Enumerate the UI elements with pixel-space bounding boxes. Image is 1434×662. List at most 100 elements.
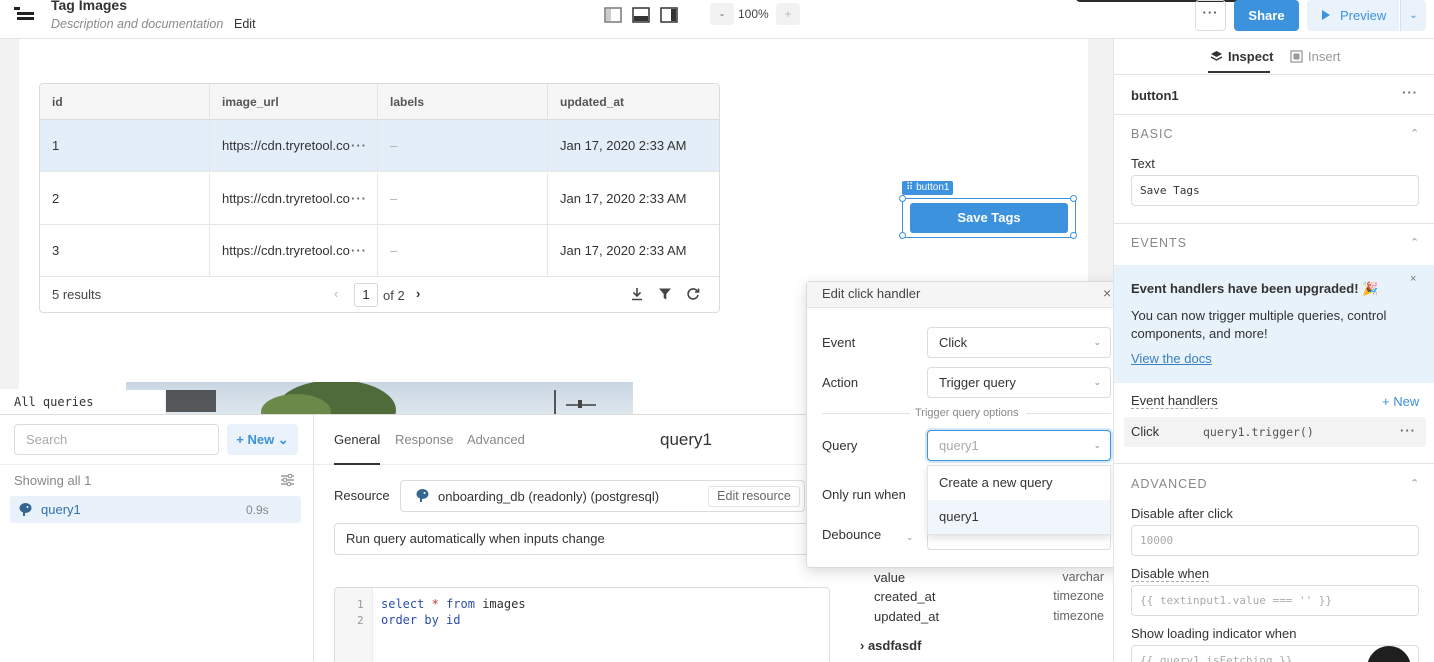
tab-inspect[interactable]: Inspect (1228, 49, 1274, 64)
schema-field[interactable]: value varchar (874, 570, 1104, 585)
query-title[interactable]: query1 (660, 430, 712, 450)
app-title: Tag Images (51, 0, 127, 13)
event-handler-row[interactable]: Click query1.trigger() ··· (1124, 417, 1426, 447)
cell-menu-button[interactable]: ··· (351, 120, 367, 172)
data-table[interactable]: id image_url labels updated_at 1 https:/… (39, 83, 720, 313)
component-name-tag[interactable]: ⠿ button1 (902, 181, 954, 195)
resize-handle[interactable] (899, 195, 906, 202)
column-header-image-url[interactable]: image_url (210, 84, 378, 120)
section-events-title[interactable]: EVENTS (1131, 236, 1187, 250)
field-name: updated_at (874, 609, 940, 624)
only-run-when-label: Only run when (822, 487, 906, 502)
new-event-handler-button[interactable]: + New (1382, 394, 1419, 409)
chevron-down-icon: ⌄ (1093, 337, 1101, 347)
tab-advanced[interactable]: Advanced (467, 432, 525, 447)
modal-header: Edit click handler × (807, 282, 1126, 308)
query-list-item[interactable]: query1 0.9s (10, 496, 301, 523)
query1-option[interactable]: query1 (928, 500, 1110, 534)
refresh-icon[interactable] (686, 287, 700, 301)
cell-text: https://cdn.tryretool.co (222, 243, 350, 258)
line-number: 2 (357, 614, 364, 627)
chevron-down-icon: ⌄ (1093, 440, 1101, 450)
divider (1114, 74, 1434, 75)
query-select[interactable]: query1 ⌄ (927, 430, 1111, 461)
preview-button[interactable]: Preview (1307, 0, 1399, 31)
resize-handle[interactable] (899, 232, 906, 239)
zoom-out-button[interactable]: - (710, 3, 734, 25)
active-tab-indicator (1208, 71, 1270, 73)
resize-handle[interactable] (1070, 232, 1077, 239)
view-docs-link[interactable]: View the docs (1131, 351, 1212, 366)
query-search-input[interactable]: Search (14, 424, 219, 455)
cell-id: 1 (40, 120, 210, 172)
page-number-input[interactable]: 1 (354, 283, 378, 307)
cell-menu-button[interactable]: ··· (351, 225, 367, 277)
save-tags-button[interactable]: Save Tags (910, 203, 1068, 233)
close-icon[interactable]: × (1410, 273, 1416, 285)
handler-more-button[interactable]: ··· (1400, 423, 1416, 438)
schema-field[interactable]: created_at timezone (874, 589, 1104, 604)
disable-after-click-input[interactable]: 10000 (1131, 525, 1419, 556)
resource-select[interactable]: onboarding_db (readonly) (postgresql) Ed… (400, 480, 805, 512)
chevron-down-icon[interactable]: ⌄ (906, 532, 914, 543)
column-header-labels[interactable]: labels (378, 84, 548, 120)
download-icon[interactable] (630, 287, 644, 301)
action-select[interactable]: Trigger query ⌄ (927, 367, 1111, 398)
left-panel-toggle-icon[interactable] (604, 7, 622, 23)
sql-editor[interactable]: 1 2 select * from images order by id (334, 587, 830, 662)
chevron-up-icon[interactable]: ⌃ (1410, 236, 1419, 249)
table-row[interactable]: 1 https://cdn.tryretool.co ··· – Jan 17, … (40, 120, 719, 172)
column-header-id[interactable]: id (40, 84, 210, 120)
prev-page-button[interactable]: ‹ (334, 286, 338, 301)
table-row[interactable]: 3 https://cdn.tryretool.co ··· – Jan 17, … (40, 225, 719, 277)
preview-dropdown-button[interactable]: ⌄ (1400, 0, 1426, 31)
zoom-in-button[interactable]: + (776, 3, 800, 25)
next-page-button[interactable]: › (416, 286, 420, 301)
event-select[interactable]: Click ⌄ (927, 327, 1111, 358)
edit-resource-button[interactable]: Edit resource (708, 486, 800, 507)
tab-insert[interactable]: Insert (1308, 49, 1341, 64)
tab-response[interactable]: Response (395, 432, 454, 447)
handler-event: Click (1131, 424, 1160, 439)
chevron-up-icon[interactable]: ⌃ (1410, 477, 1419, 490)
divider (0, 464, 314, 465)
query-label: Query (822, 438, 858, 453)
component-name[interactable]: button1 (1131, 88, 1179, 103)
schema-table-group[interactable]: › asdfasdf (860, 638, 1090, 653)
component-more-button[interactable]: ··· (1402, 85, 1418, 100)
cell-menu-button[interactable]: ··· (351, 173, 367, 225)
app-menu-icon[interactable] (14, 4, 36, 24)
section-advanced-title[interactable]: ADVANCED (1131, 477, 1208, 491)
more-options-button[interactable]: ··· (1195, 0, 1226, 31)
filter-icon[interactable] (658, 287, 672, 301)
cell-image-url: https://cdn.tryretool.co ··· (210, 173, 378, 225)
edit-description-link[interactable]: Edit (234, 17, 256, 31)
resize-handle[interactable] (1070, 195, 1077, 202)
schema-field[interactable]: updated_at timezone (874, 609, 1104, 624)
tab-general[interactable]: General (334, 432, 380, 447)
app-description[interactable]: Description and documentation (51, 17, 223, 31)
cell-updated-at: Jan 17, 2020 2:33 AM (560, 243, 687, 258)
inspector-panel: Inspect Insert button1 ··· BASIC ⌃ Text … (1113, 39, 1434, 662)
right-panel-toggle-icon[interactable] (660, 7, 678, 23)
text-input[interactable]: Save Tags (1131, 175, 1419, 206)
disable-when-input[interactable]: {{ textinput1.value === '' }} (1131, 585, 1419, 616)
share-button[interactable]: Share (1234, 0, 1299, 31)
showing-count: Showing all 1 (14, 473, 92, 488)
line-gutter: 1 2 (335, 588, 373, 662)
event-label: Event (822, 335, 856, 350)
close-icon[interactable]: × (1103, 285, 1111, 301)
column-header-updated-at[interactable]: updated_at (548, 84, 719, 120)
field-type: varchar (1062, 570, 1104, 584)
divider (1114, 114, 1434, 115)
chevron-up-icon[interactable]: ⌃ (1410, 127, 1419, 140)
section-basic-title[interactable]: BASIC (1131, 127, 1174, 141)
create-new-query-option[interactable]: Create a new query (928, 466, 1110, 500)
new-query-button[interactable]: + New ⌄ (227, 424, 298, 455)
bottom-panel-toggle-icon[interactable] (632, 7, 650, 23)
table-row[interactable]: 2 https://cdn.tryretool.co ··· – Jan 17, … (40, 173, 719, 225)
sliders-icon[interactable] (280, 473, 295, 487)
run-mode-select[interactable]: Run query automatically when inputs chan… (334, 523, 814, 555)
disable-after-click-label: Disable after click (1131, 506, 1233, 521)
trigger-options-label: Trigger query options (915, 407, 1019, 419)
